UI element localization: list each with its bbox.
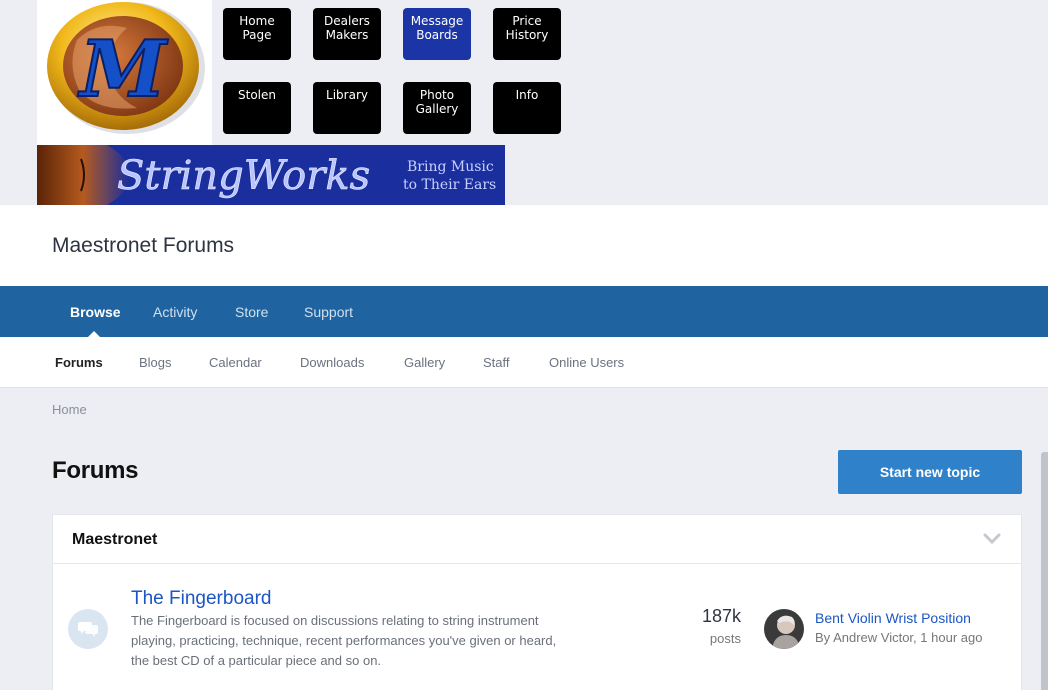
primary-nav: Browse Activity Store Support	[0, 286, 1048, 337]
maestronet-logo-icon: M	[47, 2, 205, 134]
forum-title-link[interactable]: The Fingerboard	[131, 588, 271, 610]
posts-count: 187k	[701, 606, 741, 626]
chat-bubbles-icon	[68, 609, 108, 649]
site-header: Maestronet Forums	[0, 205, 1048, 286]
page-title: Forums	[52, 457, 139, 484]
last-post-meta: By Andrew Victor, 1 hour ago	[815, 630, 982, 645]
logo-letter: M	[77, 24, 169, 115]
forum-row: The Fingerboard The Fingerboard is focus…	[53, 565, 1021, 690]
dealers-makers-label-line2: Makers	[325, 28, 369, 42]
library-button[interactable]: Library	[313, 82, 381, 134]
secondary-nav-downloads[interactable]: Downloads	[300, 355, 364, 370]
message-boards-label-line2: Boards	[416, 28, 458, 42]
dealers-makers-button[interactable]: Dealers Makers	[313, 8, 381, 60]
category-card: Maestronet The Fingerboard The Fingerboa…	[52, 514, 1022, 690]
start-new-topic-button[interactable]: Start new topic	[838, 450, 1022, 494]
forum-description-line: the best CD of a particular piece and so…	[131, 653, 382, 668]
last-post-time: 1 hour ago	[920, 630, 983, 645]
secondary-nav-gallery[interactable]: Gallery	[404, 355, 445, 370]
forum-description: The Fingerboard is focused on discussion…	[131, 611, 601, 671]
maestronet-logo[interactable]: M	[37, 0, 212, 145]
price-history-button[interactable]: Price History	[493, 8, 561, 60]
avatar[interactable]	[764, 609, 804, 649]
posts-label: posts	[709, 631, 741, 646]
home-page-label-line1: Home	[239, 14, 275, 28]
photo-gallery-label-line1: Photo	[419, 88, 455, 102]
chevron-down-icon[interactable]	[983, 532, 1001, 546]
library-label: Library	[326, 88, 368, 102]
secondary-nav-forums[interactable]: Forums	[55, 355, 103, 370]
secondary-nav-calendar[interactable]: Calendar	[209, 355, 262, 370]
stringworks-ad-banner[interactable]: StringWorks Bring Music to Their Ears	[37, 145, 505, 205]
primary-nav-browse[interactable]: Browse	[70, 304, 121, 320]
category-header: Maestronet	[53, 515, 1021, 564]
photo-gallery-label-line2: Gallery	[415, 102, 459, 116]
secondary-nav-online-users[interactable]: Online Users	[549, 355, 624, 370]
forum-description-line: The Fingerboard is focused on discussion…	[131, 613, 539, 628]
secondary-nav-staff[interactable]: Staff	[483, 355, 510, 370]
price-history-label-line2: History	[505, 28, 549, 42]
breadcrumb-home[interactable]: Home	[52, 402, 87, 417]
secondary-nav-blogs[interactable]: Blogs	[139, 355, 172, 370]
home-page-button[interactable]: Home Page	[223, 8, 291, 60]
photo-gallery-button[interactable]: Photo Gallery	[403, 82, 471, 134]
stringworks-tagline-line1: Bring Music	[407, 159, 494, 175]
stolen-button[interactable]: Stolen	[223, 82, 291, 134]
forum-description-line: playing, practicing, technique, recent p…	[131, 633, 557, 648]
last-post-title-link[interactable]: Bent Violin Wrist Position	[815, 610, 971, 626]
site-title[interactable]: Maestronet Forums	[52, 234, 234, 258]
top-banner: M Home Page Dealers Makers Message Board…	[0, 0, 1048, 205]
stolen-label: Stolen	[238, 88, 276, 102]
dealers-makers-label-line1: Dealers	[324, 14, 370, 28]
last-post-by-prefix: By	[815, 630, 834, 645]
message-boards-button[interactable]: Message Boards	[403, 8, 471, 60]
info-label: Info	[515, 88, 539, 102]
last-post-author-link[interactable]: Andrew Victor	[833, 630, 913, 645]
info-button[interactable]: Info	[493, 82, 561, 134]
scrollbar[interactable]	[1041, 452, 1048, 690]
primary-nav-store[interactable]: Store	[235, 304, 268, 320]
stringworks-brand: StringWorks	[117, 153, 370, 199]
category-title[interactable]: Maestronet	[72, 531, 157, 549]
price-history-label-line1: Price	[512, 14, 542, 28]
stringworks-tagline-line2: to Their Ears	[403, 177, 496, 193]
primary-nav-support[interactable]: Support	[304, 304, 353, 320]
message-boards-label-line1: Message	[410, 14, 464, 28]
secondary-nav: Forums Blogs Calendar Downloads Gallery …	[0, 337, 1048, 388]
home-page-label-line2: Page	[242, 28, 272, 42]
primary-nav-activity[interactable]: Activity	[153, 304, 197, 320]
